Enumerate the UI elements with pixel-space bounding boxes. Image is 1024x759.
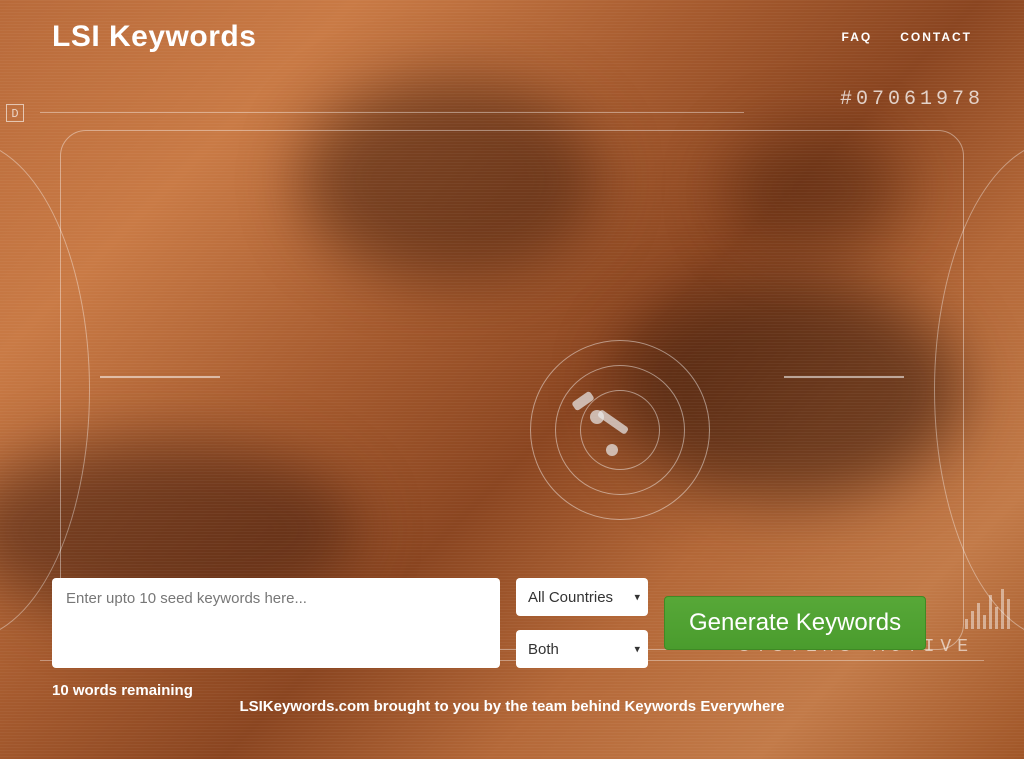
type-select[interactable]: Both: [516, 630, 648, 668]
top-nav: FAQ CONTACT: [842, 30, 972, 44]
seed-keywords-input[interactable]: [52, 578, 500, 668]
nav-faq[interactable]: FAQ: [842, 30, 873, 44]
hud-rover-icon: [590, 410, 650, 460]
country-select-value: All Countries: [528, 589, 613, 606]
footer-credit: LSIKeywords.com brought to you by the te…: [0, 698, 1024, 715]
hud-d-box: D: [6, 104, 24, 122]
site-logo: LSI Keywords: [52, 20, 256, 54]
type-select-value: Both: [528, 641, 559, 658]
words-remaining-label: 10 words remaining: [52, 682, 972, 699]
generate-keywords-button[interactable]: Generate Keywords: [664, 596, 926, 650]
hud-corner-code: #07061978: [840, 88, 984, 111]
hud-target-rings: [530, 340, 710, 520]
country-select[interactable]: All Countries: [516, 578, 648, 616]
nav-contact[interactable]: CONTACT: [900, 30, 972, 44]
